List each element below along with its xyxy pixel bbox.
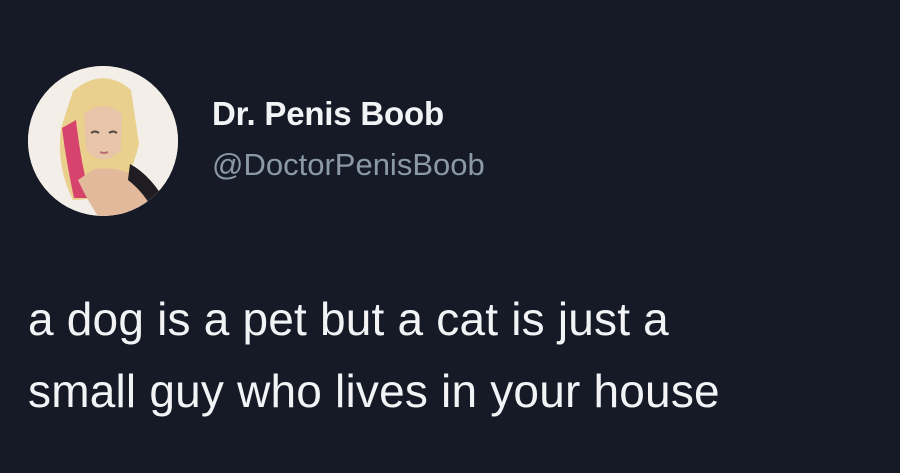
tweet-header: Dr. Penis Boob @DoctorPenisBoob	[28, 66, 485, 216]
tweet-text-line-2: small guy who lives in your house	[28, 365, 720, 417]
avatar[interactable]	[28, 66, 178, 216]
author-display-name[interactable]: Dr. Penis Boob	[212, 92, 485, 136]
tweet-card: Dr. Penis Boob @DoctorPenisBoob a dog is…	[0, 0, 900, 473]
profile-photo-avatar-icon	[28, 66, 178, 216]
tweet-text-line-1: a dog is a pet but a cat is just a	[28, 293, 669, 345]
tweet-text: a dog is a pet but a cat is just a small…	[28, 283, 888, 427]
author-handle[interactable]: @DoctorPenisBoob	[212, 144, 485, 186]
author-names: Dr. Penis Boob @DoctorPenisBoob	[212, 92, 485, 186]
